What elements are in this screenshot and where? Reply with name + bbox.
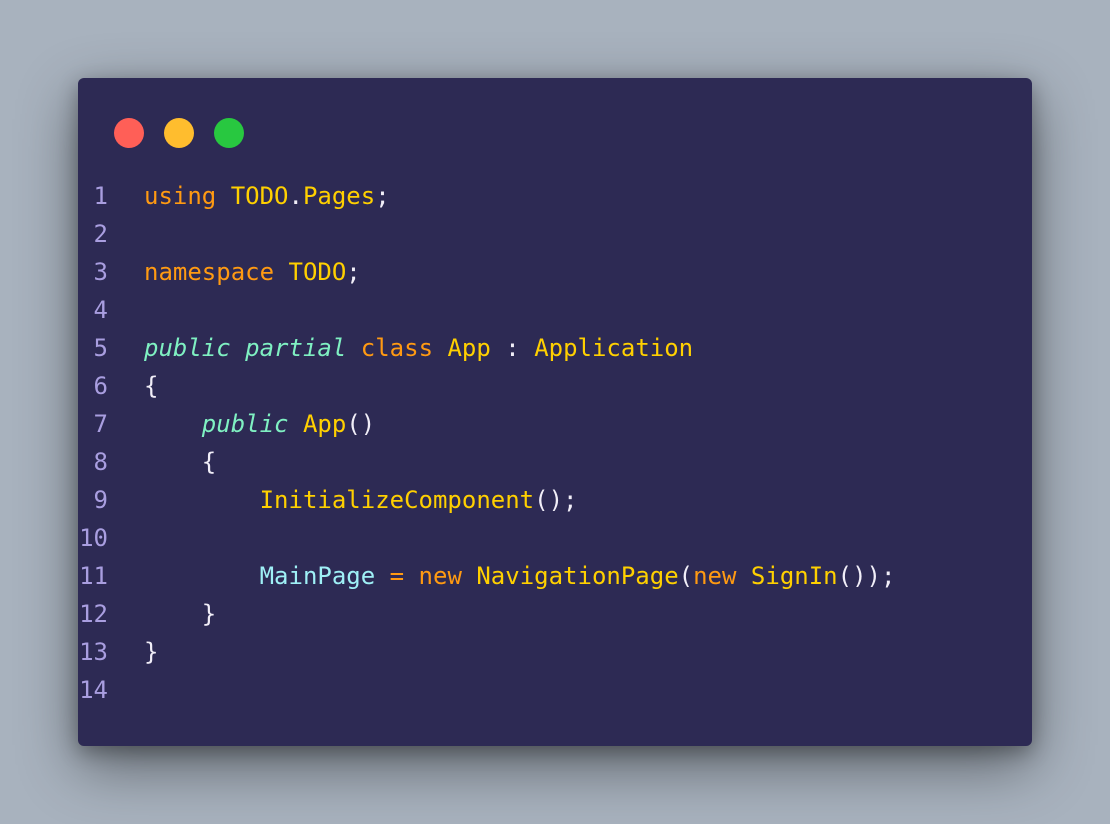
line-number: 1 [93,182,108,210]
code-token: new [418,562,462,590]
code-text: InitializeComponent(); [144,481,578,519]
code-token: Application [534,334,694,362]
code-line: 5 public partial class App : Application [78,329,895,367]
code-token: App [302,410,347,438]
code-token: TODO [230,182,289,210]
code-line: 7 public App() [78,405,895,443]
code-line: 1 using TODO.Pages; [78,177,895,215]
code-token: ( [678,562,694,590]
line-number: 10 [79,524,108,552]
line-number: 6 [93,372,108,400]
close-dot-icon[interactable] [114,118,144,148]
code-line: 11 MainPage = new NavigationPage(new Sig… [78,557,895,595]
code-token: TODO [288,258,347,286]
code-line: 9 InitializeComponent(); [78,481,895,519]
line-number: 12 [79,600,108,628]
code-line: 8 { [78,443,895,481]
code-token: InitializeComponent [259,486,535,514]
code-text: using TODO.Pages; [144,177,390,215]
line-number: 11 [79,562,108,590]
code-token: } [144,600,217,628]
code-token: public [144,334,231,362]
code-line: 13} [78,633,895,671]
code-token: } [144,638,159,666]
line-number: 13 [79,638,108,666]
window-controls [114,118,244,148]
code-token: . [288,182,303,210]
code-token: Pages [302,182,376,210]
code-token: namespace [144,258,275,286]
code-text: { [144,367,158,405]
line-number: 7 [93,410,108,438]
code-text: MainPage = new NavigationPage(new SignIn… [144,557,896,595]
line-number: 9 [93,486,108,514]
maximize-dot-icon[interactable] [214,118,244,148]
code-token: NavigationPage [476,562,679,590]
code-token: class [360,334,434,362]
code-text: } [144,633,158,671]
code-token: using [144,182,217,210]
line-number: 14 [79,676,108,704]
minimize-dot-icon[interactable] [164,118,194,148]
code-token: MainPage [259,562,376,590]
code-line: 10 [78,519,895,557]
line-number: 5 [93,334,108,362]
code-token: ; [346,258,361,286]
line-number: 2 [93,220,108,248]
code-token: SignIn [750,562,838,590]
code-token: (); [534,486,578,514]
code-text: } [144,595,216,633]
code-line: 14 [78,671,895,709]
code-token: new [693,562,737,590]
code-token: ; [375,182,390,210]
code-token: { [144,448,217,476]
code-token: public [201,410,289,438]
code-line: 2 [78,215,895,253]
code-line: 6{ [78,367,895,405]
code-text: namespace TODO; [144,253,361,291]
code-token: () [346,410,376,438]
code-block: 1 using TODO.Pages; 2 3 namespace TODO; 4 5 pub… [78,177,895,709]
code-token: { [144,372,159,400]
code-line: 3 namespace TODO; [78,253,895,291]
code-text: public App() [144,405,375,443]
code-line: 12 } [78,595,895,633]
code-text: public partial class App : Application [144,329,693,367]
code-token: ()); [837,562,896,590]
code-token: = [389,562,405,590]
line-number: 3 [93,258,108,286]
code-token: App [447,334,491,362]
line-number: 4 [93,296,108,324]
line-number: 8 [93,448,108,476]
code-token: : [490,334,535,362]
code-token: partial [245,334,347,362]
code-text: { [144,443,216,481]
code-window: 1 using TODO.Pages; 2 3 namespace TODO; 4 5 pub… [78,78,1032,746]
code-line: 4 [78,291,895,329]
